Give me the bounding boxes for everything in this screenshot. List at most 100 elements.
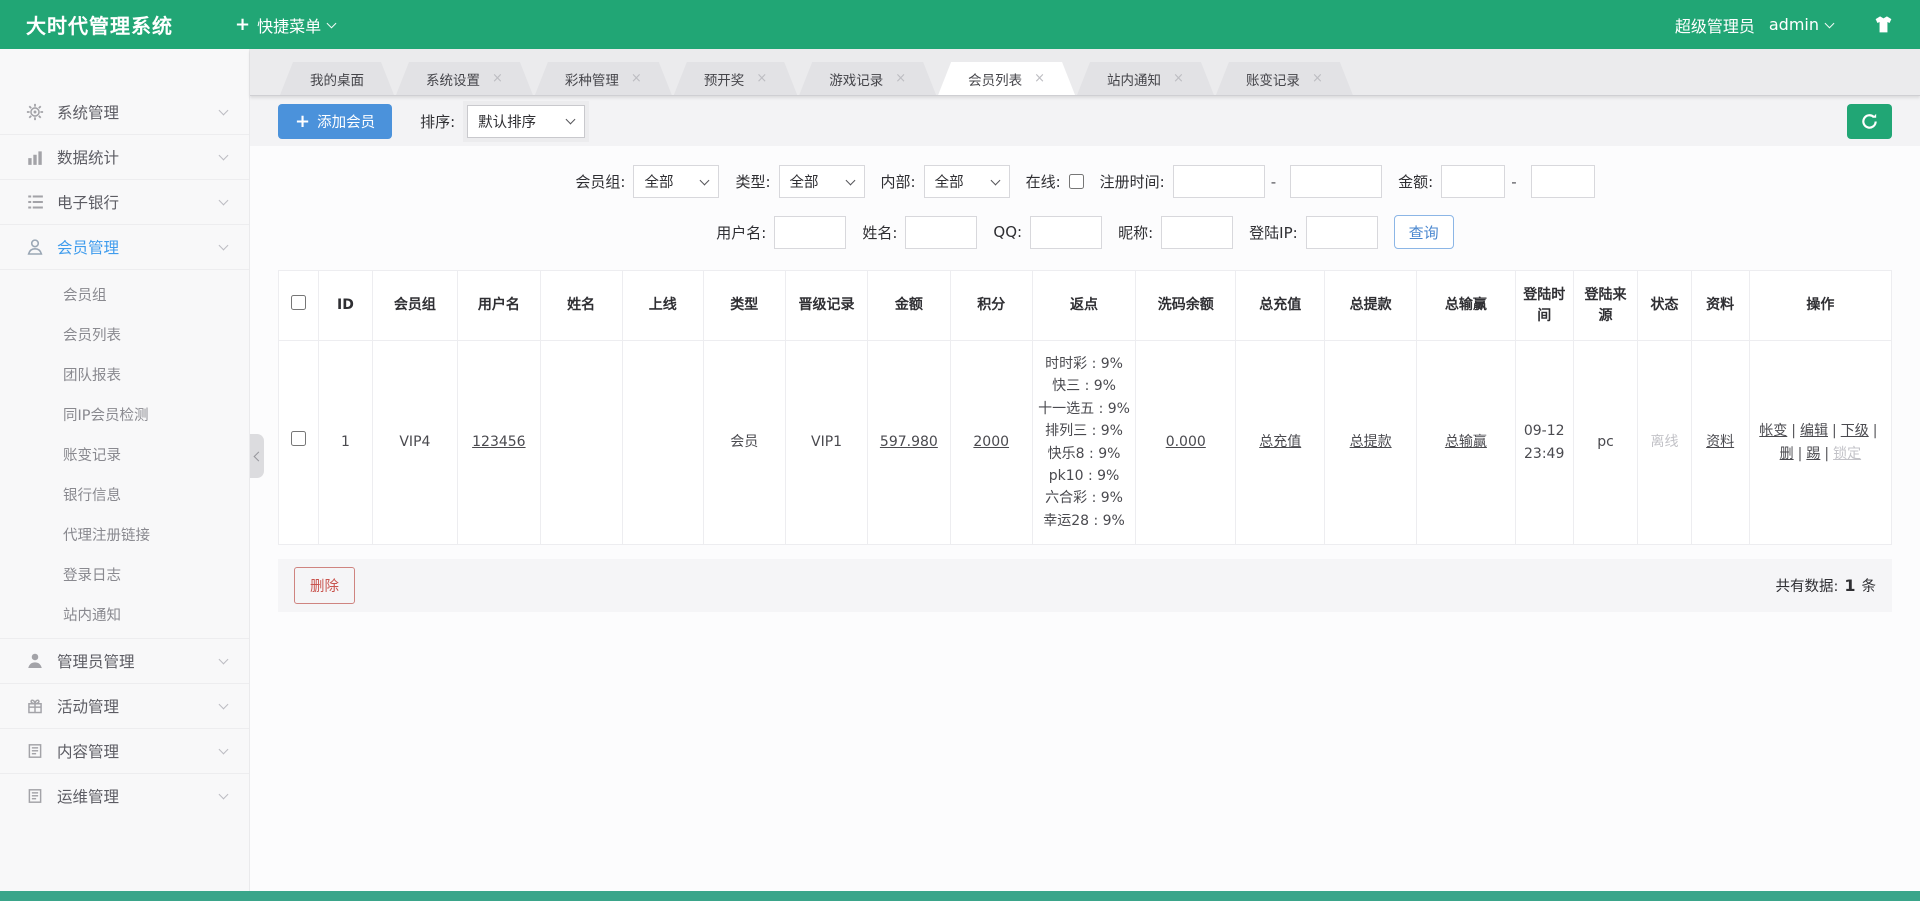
total-winloss-link[interactable]: 总输赢	[1445, 434, 1487, 450]
qq-input[interactable]	[1030, 216, 1102, 249]
reg-time-from-input[interactable]	[1173, 165, 1265, 198]
quick-menu-button[interactable]: + 快捷菜单	[235, 13, 335, 37]
cell-rebates: 时时彩 : 9% 快三 : 9% 十一选五 : 9% 排列三 : 9% 快乐8 …	[1032, 341, 1135, 545]
total-deposit-link[interactable]: 总充值	[1259, 434, 1301, 450]
close-icon[interactable]: ×	[1034, 72, 1045, 85]
tab-account-changes[interactable]: 账变记录 ×	[1216, 62, 1353, 95]
profile-link[interactable]: 资料	[1706, 434, 1734, 450]
sidebar-item-site-notice[interactable]: 站内通知	[0, 594, 249, 634]
sidebar-item-label: 活动管理	[57, 695, 119, 717]
reg-time-to-input[interactable]	[1290, 165, 1382, 198]
chevron-down-icon	[219, 655, 229, 665]
search-button[interactable]: 查询	[1394, 215, 1454, 249]
close-icon[interactable]: ×	[1173, 72, 1184, 85]
user-menu-button[interactable]: admin	[1769, 15, 1833, 34]
sidebar-collapse-handle[interactable]	[250, 434, 264, 478]
delete-button[interactable]: 删除	[294, 567, 355, 604]
sidebar-item-label: 管理员管理	[57, 650, 135, 672]
sidebar-item-operations[interactable]: 运维管理	[0, 773, 249, 818]
tab-game-records[interactable]: 游戏记录 ×	[799, 62, 936, 95]
chevron-down-icon	[219, 745, 229, 755]
bottom-strip	[0, 891, 1920, 901]
theme-shirt-icon[interactable]	[1873, 14, 1894, 35]
header-profile: 资料	[1691, 271, 1749, 341]
amount-from-input[interactable]	[1441, 165, 1505, 198]
close-icon[interactable]: ×	[1312, 72, 1323, 85]
action-lock-link[interactable]: 锁定	[1833, 446, 1861, 462]
sidebar-item-system[interactable]: 系统管理	[0, 89, 249, 134]
sidebar-item-label: 内容管理	[57, 740, 119, 762]
action-kick-link[interactable]: 踢	[1806, 446, 1820, 462]
tab-my-desktop[interactable]: 我的桌面	[280, 62, 394, 95]
add-member-button[interactable]: + 添加会员	[278, 104, 392, 139]
sidebar-item-team-report[interactable]: 团队报表	[0, 354, 249, 394]
sidebar-item-agent-reg-link[interactable]: 代理注册链接	[0, 514, 249, 554]
login-ip-input[interactable]	[1306, 216, 1378, 249]
list-icon	[26, 193, 44, 211]
sidebar-item-ebank[interactable]: 电子银行	[0, 179, 249, 224]
action-subordinates-link[interactable]: 下级	[1841, 423, 1869, 439]
sidebar-item-login-log[interactable]: 登录日志	[0, 554, 249, 594]
bar-chart-icon	[26, 148, 44, 166]
app-title: 大时代管理系统	[26, 10, 173, 39]
total-withdraw-link[interactable]: 总提款	[1350, 434, 1392, 450]
rebate-line: 快乐8 : 9%	[1038, 443, 1130, 465]
row-checkbox[interactable]	[291, 431, 306, 446]
add-member-label: 添加会员	[317, 111, 375, 132]
filter-row-2: 用户名: 姓名: QQ: 昵称: 登陆IP: 查询	[250, 215, 1920, 249]
rebate-line: 幸运28 : 9%	[1038, 510, 1130, 532]
sidebar-item-member-groups[interactable]: 会员组	[0, 274, 249, 314]
username-input[interactable]	[774, 216, 846, 249]
close-icon[interactable]: ×	[631, 72, 642, 85]
filter-row-1: 会员组: 全部 类型: 全部 内部: 全部 在线: 注册时间: - 金额:	[250, 165, 1920, 198]
amount-link[interactable]: 597.980	[880, 434, 938, 450]
cell-member-group: VIP4	[372, 341, 458, 545]
name-input[interactable]	[905, 216, 977, 249]
header-points: 积分	[950, 271, 1032, 341]
type-select[interactable]: 全部	[779, 165, 865, 198]
amount-to-input[interactable]	[1531, 165, 1595, 198]
total-unit: 条	[1862, 575, 1877, 596]
action-account-change-link[interactable]: 帐变	[1759, 423, 1787, 439]
action-delete-link[interactable]: 删	[1780, 446, 1794, 462]
tab-lottery-management[interactable]: 彩种管理 ×	[535, 62, 672, 95]
internal-select[interactable]: 全部	[924, 165, 1010, 198]
tab-system-settings[interactable]: 系统设置 ×	[396, 62, 533, 95]
nickname-input[interactable]	[1161, 216, 1233, 249]
sidebar-item-members[interactable]: 会员管理	[0, 224, 249, 269]
sidebar-item-label: 数据统计	[57, 146, 119, 168]
sidebar-item-label: 运维管理	[57, 785, 119, 807]
plus-icon: +	[235, 14, 250, 35]
rebate-line: 排列三 : 9%	[1038, 420, 1130, 442]
action-edit-link[interactable]: 编辑	[1800, 423, 1828, 439]
total-info: 共有数据: 1 条	[1775, 575, 1876, 596]
online-checkbox[interactable]	[1069, 174, 1084, 189]
chevron-down-icon	[219, 790, 229, 800]
member-group-select[interactable]: 全部	[633, 165, 719, 198]
sidebar-item-activities[interactable]: 活动管理	[0, 683, 249, 728]
refresh-button[interactable]	[1847, 104, 1892, 139]
chevron-down-icon	[700, 175, 710, 185]
table-row: 1 VIP4 123456 会员 VIP1 597.980 2000 时时彩 :…	[279, 341, 1892, 545]
close-icon[interactable]: ×	[756, 72, 767, 85]
points-link[interactable]: 2000	[973, 434, 1009, 450]
sort-select[interactable]: 默认排序	[467, 105, 585, 138]
header-username: 用户名	[458, 271, 540, 341]
tab-member-list[interactable]: 会员列表 ×	[938, 62, 1075, 95]
sidebar-item-admins[interactable]: 管理员管理	[0, 638, 249, 683]
sidebar-item-account-changes[interactable]: 账变记录	[0, 434, 249, 474]
close-icon[interactable]: ×	[895, 72, 906, 85]
sidebar-item-contents[interactable]: 内容管理	[0, 728, 249, 773]
sidebar-item-member-list[interactable]: 会员列表	[0, 314, 249, 354]
close-icon[interactable]: ×	[492, 72, 503, 85]
wash-balance-link[interactable]: 0.000	[1166, 434, 1206, 450]
sidebar-item-same-ip-check[interactable]: 同IP会员检测	[0, 394, 249, 434]
username-link[interactable]: 123456	[472, 434, 525, 450]
sidebar-item-statistics[interactable]: 数据统计	[0, 134, 249, 179]
sidebar-item-bank-info[interactable]: 银行信息	[0, 474, 249, 514]
refresh-icon	[1860, 112, 1879, 131]
tab-pre-draw[interactable]: 预开奖 ×	[674, 62, 797, 95]
tab-site-notice[interactable]: 站内通知 ×	[1077, 62, 1214, 95]
select-all-checkbox[interactable]	[291, 295, 306, 310]
username-label: 用户名:	[716, 222, 766, 243]
